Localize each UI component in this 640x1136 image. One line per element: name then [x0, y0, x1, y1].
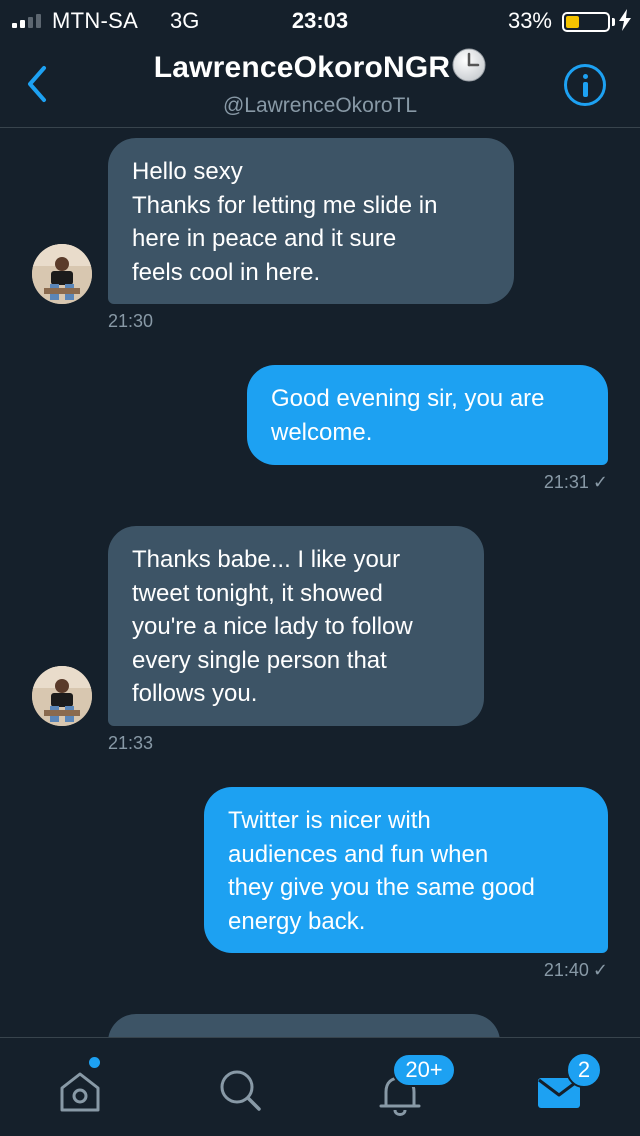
tab-search[interactable]: [210, 1060, 270, 1120]
sent-check-icon: ✓: [592, 960, 608, 980]
message-line: tweet tonight, it showed: [132, 579, 383, 607]
message-timestamp: 21:33: [108, 733, 154, 753]
message-bubble-incoming[interactable]: Thanks babe... I like your tweet tonight…: [108, 526, 484, 726]
home-icon: [60, 1072, 100, 1112]
message-line: audiences and fun when: [228, 840, 489, 868]
bottom-tab-bar: 20+ 2: [0, 1037, 640, 1136]
conversation-title[interactable]: LawrenceOkoroNGR: [0, 48, 640, 85]
sender-avatar[interactable]: [32, 244, 92, 304]
message-timestamp-row: 21:40 ✓: [544, 960, 608, 981]
message-timestamp: 21:31: [543, 472, 589, 492]
message-line: Hello sexy: [132, 158, 243, 185]
contact-handle: @LawrenceOkoroTL: [222, 94, 418, 117]
message-timestamp-row: 21:31 ✓: [544, 472, 608, 493]
message-line: Thanks babe... I like your: [132, 546, 401, 573]
battery-level-fill: [566, 16, 579, 28]
sender-avatar[interactable]: [32, 666, 92, 726]
message-line: you're a nice lady to follow: [132, 613, 413, 640]
message-line: Good evening sir, you are: [271, 385, 545, 412]
avatar-photo: [32, 244, 92, 304]
message-line: energy back.: [228, 907, 366, 935]
message-line: feels cool in here.: [132, 258, 321, 286]
message-line: they give you the same good: [228, 874, 535, 901]
clock-emoji-icon: [452, 48, 486, 82]
battery-percentage: 33%: [507, 8, 552, 33]
charging-bolt-icon: [618, 9, 632, 37]
tab-home[interactable]: [50, 1060, 110, 1120]
avatar-photo: [32, 666, 92, 726]
messages-badge: 2: [566, 1052, 602, 1088]
message-line: welcome.: [271, 418, 373, 446]
message-bubble-outgoing[interactable]: Good evening sir, you are welcome.: [247, 365, 608, 465]
contact-display-name: LawrenceOkoroNGR: [153, 51, 451, 84]
conversation-header: LawrenceOkoroNGR @LawrenceOkoroTL: [0, 40, 640, 128]
message-bubble-outgoing[interactable]: Twitter is nicer with audiences and fun …: [204, 787, 608, 953]
battery-icon: [562, 12, 610, 32]
search-icon: [220, 1070, 261, 1111]
sent-check-icon: ✓: [592, 472, 608, 492]
message-line: Twitter is nicer with: [228, 807, 431, 834]
message-line: Thanks for letting me slide in: [132, 191, 438, 219]
battery-terminal: [612, 18, 615, 26]
new-content-dot: [89, 1057, 100, 1068]
conversation-info-button[interactable]: [564, 64, 606, 106]
message-line: follows you.: [132, 680, 258, 707]
message-timestamp: 21:30: [108, 311, 154, 331]
message-line: every single person that: [132, 646, 387, 674]
status-bar: MTN-SA 3G 23:03 33%: [0, 0, 640, 40]
message-line: here in peace and it sure: [132, 225, 397, 252]
message-timestamp: 21:40: [543, 960, 589, 980]
notifications-badge: 20+: [392, 1053, 456, 1087]
message-bubble-incoming[interactable]: Hello sexy Thanks for letting me slide i…: [108, 138, 514, 304]
